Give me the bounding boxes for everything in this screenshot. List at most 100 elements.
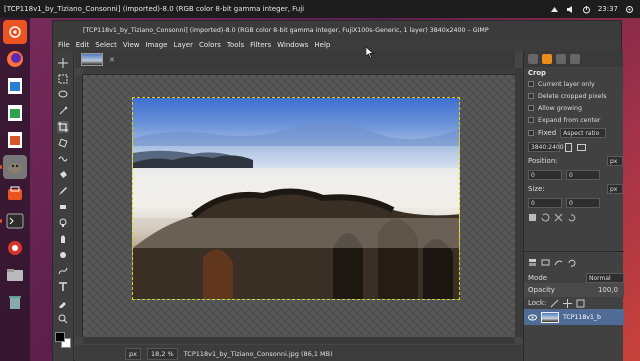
- clone-tool-icon[interactable]: [57, 217, 69, 229]
- zoom-selector[interactable]: 18,2 %: [146, 347, 178, 360]
- menu-view[interactable]: View: [120, 41, 143, 49]
- undo-tab-icon[interactable]: [567, 258, 576, 267]
- unit-selector[interactable]: px: [125, 347, 141, 360]
- position-unit-select[interactable]: px: [607, 156, 623, 166]
- layer-row[interactable]: TCP118v1_b: [524, 309, 624, 325]
- transform-tool-icon[interactable]: [57, 137, 69, 149]
- save-options-icon[interactable]: [528, 213, 537, 222]
- device-status-tab-icon[interactable]: [542, 54, 552, 64]
- window-titlebar[interactable]: [TCP118v1_by_Tiziano_Consonni] (imported…: [53, 21, 621, 39]
- fixed-mode-select[interactable]: Aspect ratio: [560, 128, 607, 138]
- trash-icon[interactable]: [3, 290, 27, 314]
- system-menu-icon[interactable]: [625, 5, 634, 14]
- horizontal-scrollbar[interactable]: [83, 337, 515, 344]
- menu-filters[interactable]: Filters: [247, 41, 274, 49]
- option-expand-from-center[interactable]: Expand from center: [524, 114, 623, 126]
- lock-position-icon[interactable]: [563, 298, 573, 308]
- menu-colors[interactable]: Colors: [196, 41, 224, 49]
- checkbox[interactable]: [528, 117, 534, 123]
- option-delete-cropped-pixels[interactable]: Delete cropped pixels: [524, 90, 623, 102]
- aspect-ratio-input[interactable]: 3840:2400: [528, 142, 564, 152]
- menu-layer[interactable]: Layer: [170, 41, 196, 49]
- libreoffice-writer-icon[interactable]: [3, 74, 27, 98]
- active-window-title[interactable]: [TCP118v1_by_Tiziano_Consonni] (imported…: [4, 5, 550, 13]
- position-values-row: 0 0: [524, 168, 623, 182]
- checkbox[interactable]: [528, 81, 534, 87]
- settings-icon[interactable]: [3, 236, 27, 260]
- libreoffice-impress-icon[interactable]: [3, 128, 27, 152]
- layer-visibility-eye-icon[interactable]: [528, 313, 537, 322]
- move-tool-icon[interactable]: [57, 57, 69, 69]
- layer-name[interactable]: TCP118v1_b: [563, 314, 601, 321]
- landscape-icon[interactable]: [577, 143, 586, 152]
- smudge-tool-icon[interactable]: [57, 233, 69, 245]
- rect-select-tool-icon[interactable]: [57, 73, 69, 85]
- volume-icon[interactable]: [566, 5, 575, 14]
- reset-options-icon[interactable]: [567, 213, 576, 222]
- color-picker-tool-icon[interactable]: [57, 297, 69, 309]
- paintbrush-tool-icon[interactable]: [57, 185, 69, 197]
- menu-help[interactable]: Help: [311, 41, 333, 49]
- path-tool-icon[interactable]: [57, 265, 69, 277]
- power-icon[interactable]: [582, 5, 591, 14]
- position-x-input[interactable]: 0: [528, 170, 562, 180]
- size-w-input[interactable]: 0: [528, 198, 562, 208]
- paths-tab-icon[interactable]: [554, 258, 563, 267]
- fixed-checkbox[interactable]: [528, 130, 534, 136]
- close-tab-icon[interactable]: ✕: [109, 56, 115, 64]
- dash-icon[interactable]: [3, 20, 27, 44]
- checkbox[interactable]: [528, 105, 534, 111]
- menu-select[interactable]: Select: [92, 41, 120, 49]
- zoom-tool-icon[interactable]: [57, 313, 69, 325]
- opacity-row[interactable]: Opacity 100,0: [524, 283, 624, 297]
- option-allow-growing[interactable]: Allow growing: [524, 102, 623, 114]
- menu-file[interactable]: File: [55, 41, 73, 49]
- files-icon[interactable]: [3, 263, 27, 287]
- menu-tools[interactable]: Tools: [224, 41, 247, 49]
- delete-options-icon[interactable]: [554, 213, 563, 222]
- size-h-input[interactable]: 0: [566, 198, 600, 208]
- undo-history-tab-icon[interactable]: [556, 54, 566, 64]
- opacity-label: Opacity: [528, 286, 555, 294]
- checkbox[interactable]: [528, 93, 534, 99]
- channels-tab-icon[interactable]: [541, 258, 550, 267]
- bucket-fill-tool-icon[interactable]: [57, 169, 69, 181]
- firefox-icon[interactable]: [3, 47, 27, 71]
- eraser-tool-icon[interactable]: [57, 201, 69, 213]
- clock[interactable]: 23:37: [598, 5, 618, 13]
- vertical-ruler[interactable]: [75, 75, 83, 337]
- dodge-burn-tool-icon[interactable]: [57, 249, 69, 261]
- foreground-color-swatch[interactable]: [55, 332, 65, 342]
- restore-options-icon[interactable]: [541, 212, 550, 222]
- mode-select[interactable]: Normal: [586, 273, 624, 283]
- crop-tool-icon[interactable]: [57, 121, 69, 133]
- image-canvas[interactable]: [83, 75, 515, 337]
- opacity-value[interactable]: 100,0: [598, 286, 624, 294]
- software-center-icon[interactable]: [3, 182, 27, 206]
- lock-pixels-icon[interactable]: [550, 299, 559, 308]
- images-tab-icon[interactable]: [570, 54, 580, 64]
- size-unit-select[interactable]: px: [607, 184, 623, 194]
- horizontal-ruler[interactable]: [83, 68, 515, 75]
- terminal-icon[interactable]: [0, 209, 27, 233]
- fuzzy-select-tool-icon[interactable]: [57, 105, 69, 117]
- foggy-landscape-image[interactable]: [132, 97, 460, 300]
- position-y-input[interactable]: 0: [566, 170, 600, 180]
- option-current-layer-only[interactable]: Current layer only: [524, 78, 623, 90]
- tool-options-tab-icon[interactable]: [528, 54, 538, 64]
- network-icon[interactable]: [550, 5, 559, 14]
- fg-bg-color-swatches[interactable]: [55, 332, 71, 348]
- libreoffice-calc-icon[interactable]: [3, 101, 27, 125]
- gimp-icon[interactable]: [0, 155, 27, 179]
- layers-tab-icon[interactable]: [528, 258, 537, 267]
- menu-edit[interactable]: Edit: [73, 41, 93, 49]
- image-tab-thumbnail[interactable]: [81, 53, 103, 66]
- lasso-tool-icon[interactable]: [57, 89, 69, 101]
- portrait-icon[interactable]: [564, 142, 573, 152]
- vertical-scrollbar[interactable]: [515, 68, 523, 337]
- warp-tool-icon[interactable]: [57, 153, 69, 165]
- menu-image[interactable]: Image: [143, 41, 171, 49]
- lock-alpha-icon[interactable]: [576, 299, 585, 308]
- text-tool-icon[interactable]: [57, 281, 69, 293]
- menu-windows[interactable]: Windows: [274, 41, 311, 49]
